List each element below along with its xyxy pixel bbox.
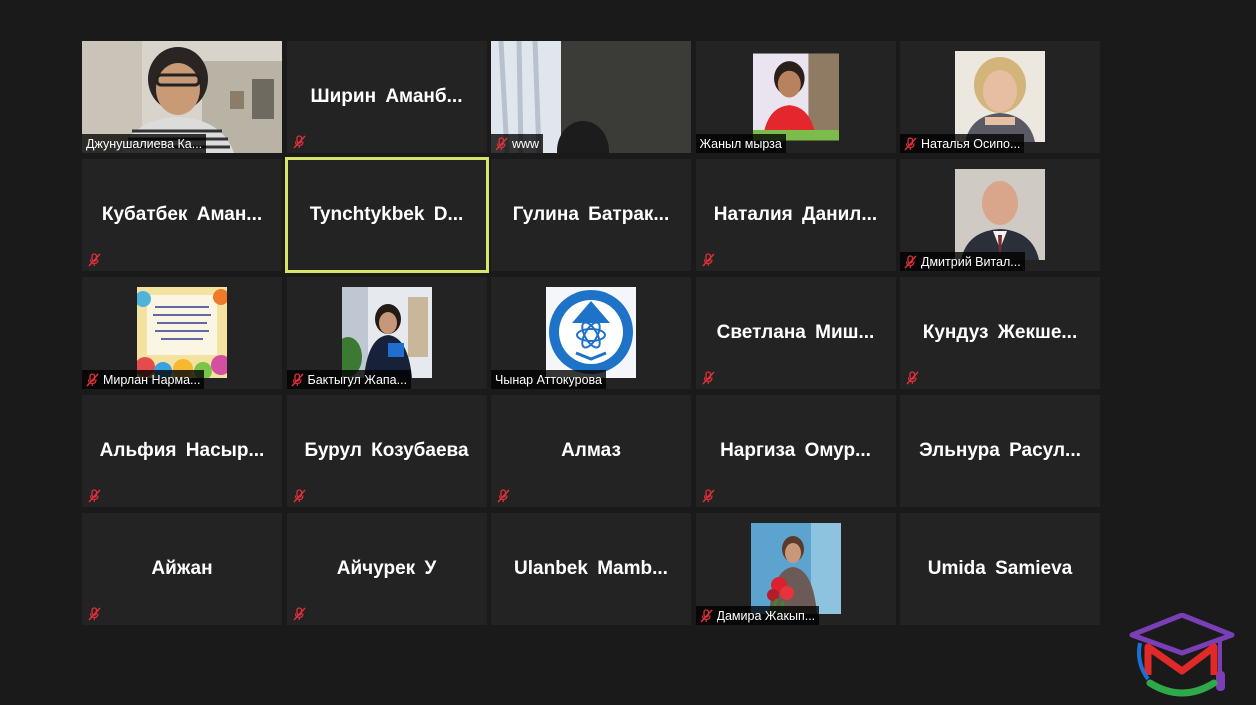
- microphone-muted-icon: [701, 371, 715, 385]
- participant-name: Кундуз Жекше...: [922, 322, 1078, 343]
- participant-name: Гулина Батрак...: [512, 204, 670, 225]
- participant-name-label: Дмитрий Витал...: [900, 252, 1025, 271]
- participant-name: Дамира Жакып...: [716, 608, 816, 623]
- microphone-muted-icon: [292, 607, 306, 621]
- participant-tile[interactable]: Ширин Аманб...: [286, 41, 487, 153]
- participant-name: Tynchtykbek D...: [309, 204, 464, 225]
- participant-tile[interactable]: Наталья Осипо...: [900, 41, 1100, 153]
- participant-tile[interactable]: Ulanbek Mamb...: [491, 513, 691, 625]
- participant-name: Чынар Аттокурова: [495, 372, 602, 387]
- participant-tile[interactable]: Umida Samieva: [900, 513, 1100, 625]
- graduation-cap-m-logo: [1129, 613, 1235, 697]
- participant-name-label: Наталья Осипо...: [900, 134, 1025, 153]
- participant-tile[interactable]: Айчурек У: [286, 513, 487, 625]
- participant-name: Ширин Аманб...: [310, 86, 463, 107]
- microphone-muted-icon: [497, 489, 510, 503]
- participant-grid: Джунушалиева Ка... Ширин Аманб... www Жаныл…: [82, 41, 1100, 625]
- participant-name-label: www: [491, 134, 544, 153]
- participant-name-label: Мирлан Нарма...: [82, 370, 205, 389]
- participant-name-label: Бактыгул Жапа...: [286, 370, 412, 389]
- participant-tile[interactable]: www: [491, 41, 691, 153]
- participant-tile[interactable]: Алмаз: [491, 395, 691, 507]
- participant-name-label: Джунушалиева Ка...: [82, 134, 207, 153]
- microphone-muted-icon: [292, 135, 306, 149]
- participant-tile[interactable]: Бурул Козубаева: [286, 395, 487, 507]
- participant-name-label: Чынар Аттокурова: [491, 370, 606, 389]
- participant-tile[interactable]: Айжан: [82, 513, 282, 625]
- participant-name: www: [512, 136, 540, 151]
- microphone-muted-icon: [86, 372, 99, 387]
- participant-name: Дмитрий Витал...: [921, 254, 1021, 269]
- participant-tile[interactable]: Бактыгул Жапа...: [286, 277, 487, 389]
- participant-tile[interactable]: Кундуз Жекше...: [900, 277, 1100, 389]
- participant-name: Бурул Козубаева: [304, 440, 469, 461]
- participant-name: Наргиза Омур...: [720, 440, 871, 461]
- participant-name: Джунушалиева Ка...: [86, 136, 203, 151]
- participant-tile[interactable]: Чынар Аттокурова: [491, 277, 691, 389]
- participant-name-label: Дамира Жакып...: [695, 606, 820, 625]
- participant-name: Жаныл мырза: [699, 136, 782, 151]
- microphone-muted-icon: [701, 253, 715, 267]
- participant-tile[interactable]: Мирлан Нарма...: [82, 277, 282, 389]
- participant-tile[interactable]: Наргиза Омур...: [695, 395, 896, 507]
- participant-name: Ulanbek Mamb...: [514, 558, 668, 579]
- microphone-muted-icon: [292, 489, 306, 503]
- participant-tile[interactable]: Светлана Миш...: [695, 277, 896, 389]
- participant-name: Umida Samieva: [927, 558, 1073, 579]
- participant-tile[interactable]: Наталия Данил...: [695, 159, 896, 271]
- microphone-muted-icon: [495, 136, 508, 151]
- participant-tile[interactable]: Жаныл мырза: [695, 41, 896, 153]
- participant-name: Альфия Насыр...: [99, 440, 265, 461]
- microphone-muted-icon: [701, 489, 715, 503]
- participant-tile[interactable]: Джунушалиева Ка...: [82, 41, 282, 153]
- participant-name: Кубатбек Аман...: [101, 204, 263, 225]
- participant-tile[interactable]: Tynchtykbek D...: [284, 157, 489, 273]
- participant-tile[interactable]: Дмитрий Витал...: [900, 159, 1100, 271]
- microphone-muted-icon: [906, 371, 919, 385]
- participant-tile[interactable]: Гулина Батрак...: [491, 159, 691, 271]
- microphone-muted-icon: [290, 372, 304, 387]
- participant-name: Бактыгул Жапа...: [307, 372, 408, 387]
- microphone-muted-icon: [88, 607, 101, 621]
- participant-name: Эльнура Расул...: [919, 440, 1081, 461]
- microphone-muted-icon: [904, 136, 917, 151]
- participant-name: Светлана Миш...: [716, 322, 875, 343]
- microphone-muted-icon: [904, 254, 917, 269]
- microphone-muted-icon: [88, 253, 101, 267]
- participant-name-label: Жаныл мырза: [695, 134, 786, 153]
- participant-tile[interactable]: Эльнура Расул...: [900, 395, 1100, 507]
- participant-name: Алмаз: [561, 440, 621, 461]
- participant-name: Айчурек У: [336, 558, 437, 579]
- participant-name: Мирлан Нарма...: [103, 372, 201, 387]
- participant-tile[interactable]: Альфия Насыр...: [82, 395, 282, 507]
- participant-name: Айжан: [151, 558, 213, 579]
- participant-tile[interactable]: Дамира Жакып...: [695, 513, 896, 625]
- microphone-muted-icon: [88, 489, 101, 503]
- microphone-muted-icon: [699, 608, 713, 623]
- participant-name: Наталья Осипо...: [921, 136, 1021, 151]
- participant-name: Наталия Данил...: [713, 204, 878, 225]
- participant-tile[interactable]: Кубатбек Аман...: [82, 159, 282, 271]
